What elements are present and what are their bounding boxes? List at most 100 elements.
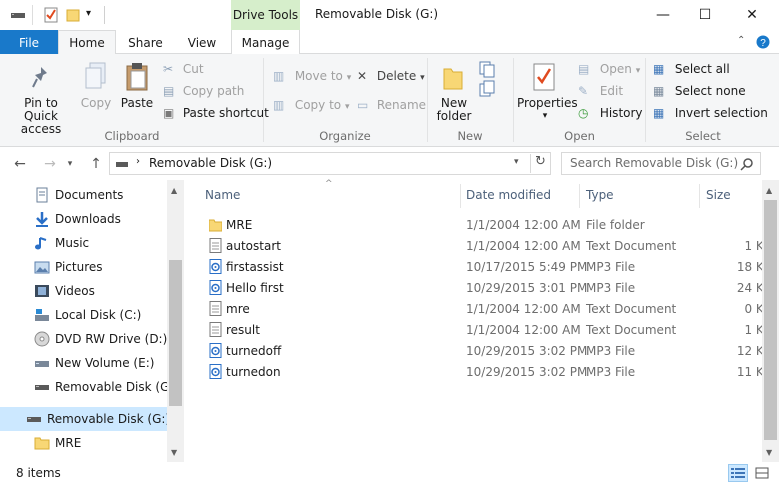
table-row[interactable]: turnedoff 10/29/2015 3:02 PM MP3 File 12… bbox=[200, 340, 772, 361]
nav-item-local-disk-c[interactable]: Local Disk (C:) bbox=[0, 303, 167, 327]
nav-item-music[interactable]: Music bbox=[0, 231, 167, 255]
recent-locations-dropdown-icon[interactable]: ▾ bbox=[60, 154, 80, 174]
table-row[interactable]: firstassist 10/17/2015 5:49 PM MP3 File … bbox=[200, 256, 772, 277]
content-scroll-up-icon[interactable]: ▲ bbox=[766, 186, 772, 195]
pin-label-line1: Pin to Quick bbox=[24, 96, 58, 123]
column-header-date-modified[interactable]: Date modified bbox=[466, 188, 551, 202]
paste-shortcut-button[interactable]: ▣ Paste shortcut bbox=[163, 106, 269, 120]
move-to-button[interactable]: ▥ Move to ▾ bbox=[273, 69, 351, 83]
up-arrow-icon[interactable]: ↑ bbox=[86, 154, 106, 174]
column-divider[interactable] bbox=[699, 184, 700, 208]
copy-to-button[interactable]: ▥ Copy to ▾ bbox=[273, 98, 350, 112]
nav-item-downloads[interactable]: Downloads bbox=[0, 207, 167, 231]
nav-scroll-up-icon[interactable]: ▲ bbox=[171, 186, 177, 195]
file-date: 10/29/2015 3:01 PM bbox=[466, 281, 588, 295]
new-group-label: New bbox=[457, 129, 483, 143]
copy-path-button[interactable]: ▤ Copy path bbox=[163, 84, 244, 98]
new-folder-icon bbox=[443, 68, 463, 90]
table-row[interactable]: Hello first 10/29/2015 3:01 PM MP3 File … bbox=[200, 277, 772, 298]
minimize-ribbon-icon[interactable]: ⌃ bbox=[737, 35, 745, 46]
column-header-size[interactable]: Size bbox=[706, 188, 731, 202]
tab-share[interactable]: Share bbox=[118, 30, 173, 55]
copy-path-icon: ▤ bbox=[163, 84, 175, 98]
copy-button[interactable]: Copy bbox=[78, 97, 114, 110]
select-none-button[interactable]: ▦ Select none bbox=[653, 84, 746, 98]
column-divider[interactable] bbox=[579, 184, 580, 208]
customize-qa-dropdown-icon[interactable]: ▾ bbox=[86, 8, 91, 19]
open-dropdown-icon: ▾ bbox=[635, 66, 641, 76]
file-date: 10/29/2015 3:02 PM bbox=[466, 344, 588, 358]
table-row[interactable]: turnedon 10/29/2015 3:02 PM MP3 File 11 … bbox=[200, 361, 772, 382]
tab-manage[interactable]: Manage bbox=[231, 30, 300, 55]
select-none-icon: ▦ bbox=[653, 84, 665, 98]
nav-scrollbar-thumb[interactable] bbox=[169, 260, 182, 406]
nav-item-removable-disk-g-root[interactable]: Removable Disk (G:) bbox=[0, 407, 167, 431]
back-arrow-icon[interactable]: ← bbox=[10, 154, 30, 174]
address-dropdown-icon[interactable]: ▾ bbox=[514, 157, 519, 167]
select-all-button[interactable]: ▦ Select all bbox=[653, 62, 730, 76]
column-header-name[interactable]: Name bbox=[205, 188, 240, 202]
open-button[interactable]: ▤ Open ▾ bbox=[578, 62, 640, 76]
tab-file[interactable]: File bbox=[0, 30, 58, 55]
address-bar[interactable]: › Removable Disk (G:) ▾ ↻ bbox=[109, 152, 551, 175]
new-folder-button[interactable]: New folder bbox=[430, 97, 478, 123]
mp3-file-icon bbox=[209, 343, 222, 358]
new-item-icon[interactable] bbox=[478, 60, 502, 100]
breadcrumb-removable-disk[interactable]: Removable Disk (G:) bbox=[149, 156, 272, 170]
file-type: Text Document bbox=[586, 302, 677, 316]
history-button[interactable]: ◷ History bbox=[578, 106, 643, 120]
paste-button[interactable]: Paste bbox=[119, 97, 155, 110]
large-icons-view-button[interactable] bbox=[752, 464, 772, 482]
properties-icon[interactable] bbox=[44, 7, 58, 23]
nav-item-label: Videos bbox=[55, 284, 95, 298]
column-divider[interactable] bbox=[460, 184, 461, 208]
properties-button[interactable]: Properties ▾ bbox=[517, 97, 578, 123]
table-row[interactable]: MRE 1/1/2004 12:00 AM File folder bbox=[200, 214, 772, 235]
breadcrumb-chevron-icon[interactable]: › bbox=[136, 156, 140, 167]
details-view-button[interactable] bbox=[728, 464, 748, 482]
rename-button[interactable]: ▭ Rename bbox=[357, 98, 426, 112]
help-icon[interactable]: ? bbox=[756, 35, 770, 49]
nav-item-documents[interactable]: Documents bbox=[0, 183, 167, 207]
table-row[interactable]: autostart 1/1/2004 12:00 AM Text Documen… bbox=[200, 235, 772, 256]
nav-item-mre[interactable]: MRE bbox=[0, 431, 167, 455]
minimize-button[interactable]: — bbox=[640, 0, 686, 30]
column-header-type[interactable]: Type bbox=[586, 188, 614, 202]
file-date: 1/1/2004 12:00 AM bbox=[466, 239, 581, 253]
maximize-button[interactable]: ☐ bbox=[682, 0, 728, 30]
group-divider bbox=[427, 58, 428, 142]
invert-selection-button[interactable]: ▦ Invert selection bbox=[653, 106, 768, 120]
pin-to-quick-access-button[interactable]: Pin to Quick access bbox=[6, 97, 76, 136]
nav-item-dvd-drive[interactable]: DVD RW Drive (D:) Dr bbox=[0, 327, 167, 351]
cut-button[interactable]: ✂ Cut bbox=[163, 62, 204, 76]
table-row[interactable]: mre 1/1/2004 12:00 AM Text Document 0 KB bbox=[200, 298, 772, 319]
file-name: Hello first bbox=[226, 281, 284, 295]
file-name: result bbox=[226, 323, 260, 337]
new-folder-icon[interactable] bbox=[66, 7, 80, 23]
tab-view[interactable]: View bbox=[176, 30, 228, 55]
downloads-icon bbox=[36, 212, 48, 227]
nav-item-removable-disk-g[interactable]: Removable Disk (G:) bbox=[0, 375, 167, 399]
table-row[interactable]: result 1/1/2004 12:00 AM Text Document 1… bbox=[200, 319, 772, 340]
file-name: mre bbox=[226, 302, 250, 316]
edit-button[interactable]: ✎ Edit bbox=[578, 84, 623, 98]
select-group-label: Select bbox=[685, 129, 721, 143]
file-date: 1/1/2004 12:00 AM bbox=[466, 323, 581, 337]
content-scroll-down-icon[interactable]: ▼ bbox=[766, 448, 772, 457]
organize-group-label: Organize bbox=[319, 129, 371, 143]
delete-button[interactable]: ✕ Delete ▾ bbox=[357, 69, 425, 83]
nav-item-videos[interactable]: Videos bbox=[0, 279, 167, 303]
forward-arrow-icon[interactable]: → bbox=[40, 154, 60, 174]
file-list-scrollbar-thumb[interactable] bbox=[764, 200, 777, 440]
nav-item-new-volume-e[interactable]: New Volume (E:) bbox=[0, 351, 167, 375]
close-button[interactable]: ✕ bbox=[729, 0, 775, 30]
search-input[interactable]: Search Removable Disk (G:) bbox=[561, 152, 761, 175]
nav-item-pictures[interactable]: Pictures bbox=[0, 255, 167, 279]
move-to-dropdown-icon: ▾ bbox=[346, 73, 352, 83]
open-icon: ▤ bbox=[578, 62, 590, 76]
tab-home[interactable]: Home bbox=[58, 30, 116, 55]
nav-scroll-down-icon[interactable]: ▼ bbox=[171, 448, 177, 457]
refresh-icon[interactable]: ↻ bbox=[530, 154, 550, 173]
file-name: turnedoff bbox=[226, 344, 282, 358]
search-icon[interactable] bbox=[740, 157, 754, 171]
